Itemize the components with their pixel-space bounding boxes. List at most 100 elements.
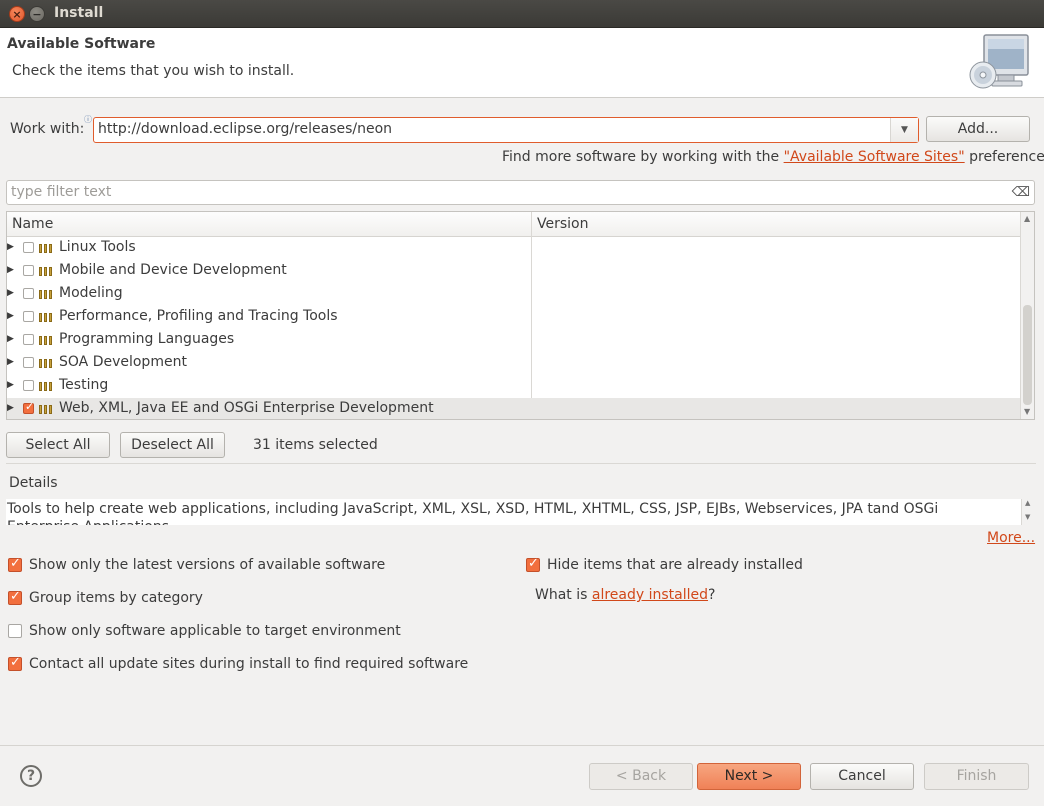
chevron-down-icon[interactable]: ▼: [890, 118, 918, 142]
cancel-button[interactable]: Cancel: [810, 763, 914, 790]
what-is-suffix: ?: [708, 587, 716, 603]
category-icon: [39, 313, 54, 322]
details-scrollbar[interactable]: ▲ ▼: [1021, 499, 1035, 525]
scrollbar-thumb[interactable]: [1023, 305, 1032, 405]
row-checkbox[interactable]: [23, 380, 34, 391]
expand-arrow-icon[interactable]: ▶: [7, 311, 14, 321]
work-with-label: Work with:: [10, 121, 85, 137]
scroll-up-icon[interactable]: ▲: [1024, 214, 1030, 223]
details-text: Tools to help create web applications, i…: [7, 501, 939, 525]
close-window-icon[interactable]: ×: [9, 6, 25, 22]
category-icon: [39, 267, 54, 276]
filter-input[interactable]: [11, 184, 1001, 200]
find-more-text: Find more software by working with the "…: [502, 149, 1044, 165]
details-label: Details: [9, 475, 58, 491]
row-checkbox[interactable]: [23, 334, 34, 345]
tree-scrollbar[interactable]: ▲ ▼: [1020, 212, 1034, 419]
filter-field[interactable]: ⌫: [6, 180, 1035, 205]
software-tree[interactable]: Name Version ▶ Linux Tools ▶ Mobile and Dev…: [6, 211, 1035, 420]
contact-sites-checkbox[interactable]: [8, 655, 22, 671]
details-box: Tools to help create web applications, i…: [6, 499, 1035, 525]
category-icon: [39, 405, 54, 414]
info-icon: ⓘ: [84, 115, 92, 124]
available-software-sites-link[interactable]: "Available Software Sites": [784, 149, 965, 165]
expand-arrow-icon[interactable]: ▶: [7, 403, 14, 413]
column-version[interactable]: Version: [537, 216, 588, 232]
expand-arrow-icon[interactable]: ▶: [7, 380, 14, 390]
expand-arrow-icon[interactable]: ▶: [7, 265, 14, 275]
tree-row[interactable]: ▶ Linux Tools: [7, 237, 1022, 260]
tree-row[interactable]: ▶ Mobile and Device Development: [7, 260, 1022, 283]
row-label: SOA Development: [59, 354, 187, 370]
title-bar: × − Install: [0, 0, 1044, 28]
row-label: Testing: [59, 377, 109, 393]
scroll-down-icon[interactable]: ▼: [1025, 513, 1030, 521]
hide-installed-label: Hide items that are already installed: [547, 557, 803, 573]
tree-row[interactable]: ▶ Testing: [7, 375, 1022, 398]
back-button[interactable]: < Back: [589, 763, 693, 790]
target-env-checkbox[interactable]: [8, 624, 22, 638]
tree-header: Name Version: [7, 212, 1022, 237]
tree-row[interactable]: ▶ SOA Development: [7, 352, 1022, 375]
details-separator: [6, 463, 1036, 464]
row-label: Modeling: [59, 285, 123, 301]
find-more-suffix: preferences.: [969, 149, 1044, 165]
add-site-button[interactable]: Add...: [926, 116, 1030, 142]
row-label: Web, XML, Java EE and OSGi Enterprise De…: [59, 400, 434, 416]
column-name[interactable]: Name: [12, 216, 53, 232]
more-link[interactable]: More...: [987, 530, 1035, 546]
category-icon: [39, 290, 54, 299]
work-with-combo[interactable]: ▼: [93, 117, 919, 143]
category-icon: [39, 359, 54, 368]
select-all-button[interactable]: Select All: [6, 432, 110, 458]
work-with-input[interactable]: [98, 121, 878, 137]
row-checkbox[interactable]: [23, 400, 34, 414]
page-description: Check the items that you wish to install…: [12, 63, 295, 79]
scroll-up-icon[interactable]: ▲: [1025, 499, 1030, 507]
row-label: Programming Languages: [59, 331, 235, 347]
group-by-category-checkbox[interactable]: [8, 589, 22, 605]
selection-count: 31 items selected: [253, 437, 378, 453]
category-icon: [39, 244, 54, 253]
latest-versions-checkbox[interactable]: [8, 556, 22, 572]
scroll-down-icon[interactable]: ▼: [1024, 407, 1030, 416]
help-icon[interactable]: ?: [20, 765, 42, 787]
hide-installed-checkbox[interactable]: [526, 556, 540, 572]
computer-install-icon: [969, 34, 1029, 89]
expand-arrow-icon[interactable]: ▶: [7, 242, 14, 252]
row-checkbox[interactable]: [23, 311, 34, 322]
expand-arrow-icon[interactable]: ▶: [7, 334, 14, 344]
row-checkbox[interactable]: [23, 265, 34, 276]
row-checkbox[interactable]: [23, 288, 34, 299]
window-title: Install: [54, 5, 104, 21]
category-icon: [39, 382, 54, 391]
row-label: Linux Tools: [59, 239, 136, 255]
tree-rows: ▶ Linux Tools ▶ Mobile and Device Developme…: [7, 237, 1022, 419]
tree-row[interactable]: ▶ Web, XML, Java EE and OSGi Enterprise D…: [7, 398, 1022, 419]
find-more-prefix: Find more software by working with the: [502, 149, 784, 165]
row-label: Performance, Profiling and Tracing Tools: [59, 308, 338, 324]
latest-versions-label: Show only the latest versions of availab…: [29, 557, 386, 573]
tree-row[interactable]: ▶ Modeling: [7, 283, 1022, 306]
page-title: Available Software: [7, 36, 156, 52]
expand-arrow-icon[interactable]: ▶: [7, 288, 14, 298]
footer-separator: [0, 745, 1044, 746]
target-env-label: Show only software applicable to target …: [29, 623, 401, 639]
clear-filter-icon[interactable]: ⌫: [1012, 185, 1030, 200]
minimize-window-icon[interactable]: −: [29, 6, 45, 22]
tree-row[interactable]: ▶ Programming Languages: [7, 329, 1022, 352]
already-installed-link[interactable]: already installed: [592, 587, 708, 603]
row-label: Mobile and Device Development: [59, 262, 287, 278]
row-checkbox[interactable]: [23, 242, 34, 253]
tree-row[interactable]: ▶ Performance, Profiling and Tracing Tool…: [7, 306, 1022, 329]
finish-button[interactable]: Finish: [924, 763, 1029, 790]
category-icon: [39, 336, 54, 345]
group-by-category-label: Group items by category: [29, 590, 203, 606]
what-is-installed-text: What is already installed?: [535, 587, 715, 603]
next-button[interactable]: Next >: [697, 763, 801, 790]
expand-arrow-icon[interactable]: ▶: [7, 357, 14, 367]
deselect-all-button[interactable]: Deselect All: [120, 432, 225, 458]
contact-sites-label: Contact all update sites during install …: [29, 656, 469, 672]
wizard-header: Available Software Check the items that …: [0, 28, 1044, 98]
row-checkbox[interactable]: [23, 357, 34, 368]
